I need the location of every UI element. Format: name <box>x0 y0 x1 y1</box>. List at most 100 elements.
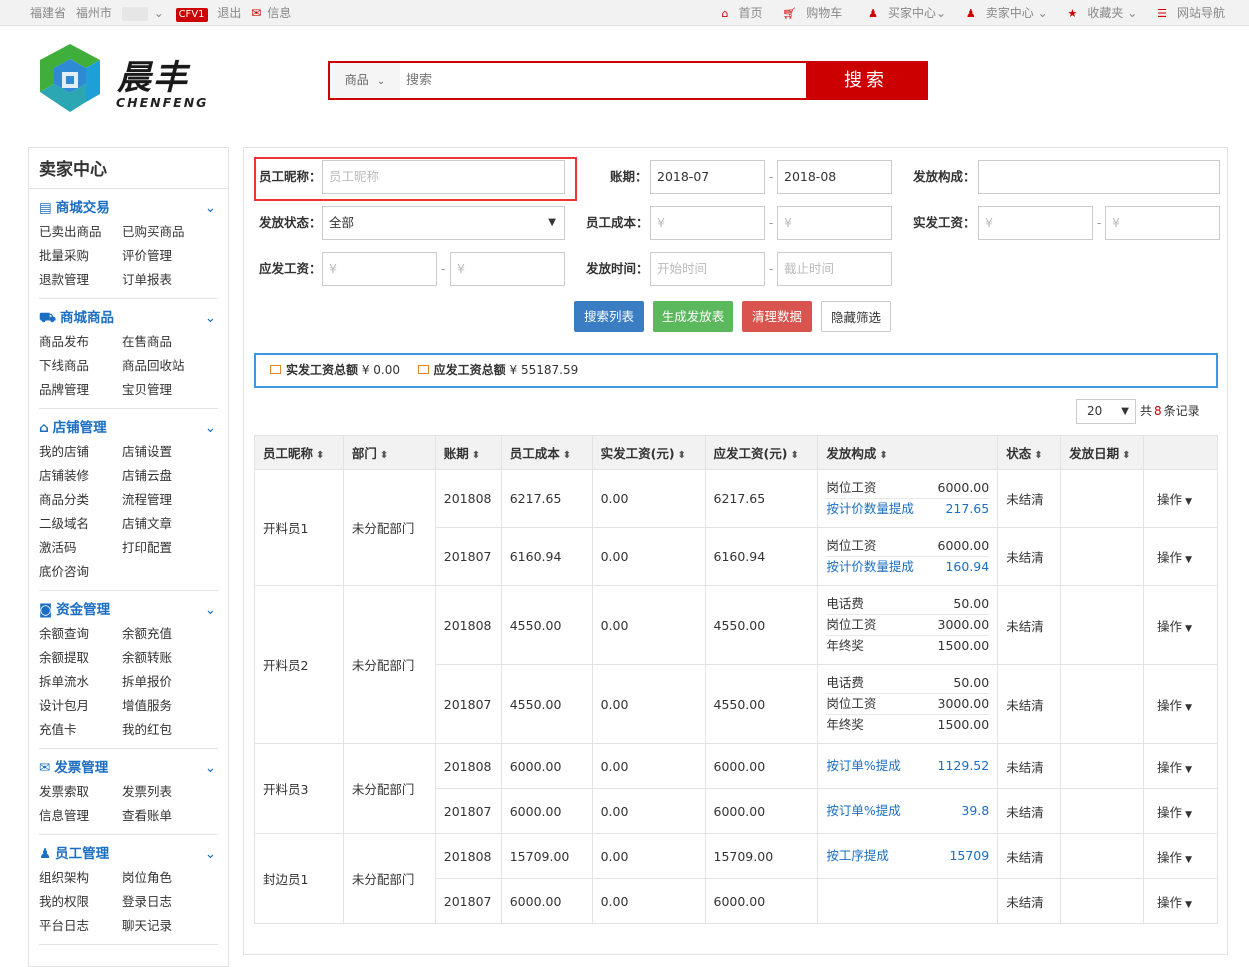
sidebar-link[interactable]: 评价管理 <box>122 244 205 268</box>
search-list-button[interactable]: 搜索列表 <box>574 301 644 332</box>
province-label[interactable]: 福建省 <box>30 6 66 20</box>
sidebar-link[interactable]: 流程管理 <box>122 488 205 512</box>
time-end-input[interactable]: 截止时间 <box>777 252 892 286</box>
sidebar-link[interactable]: 商品回收站 <box>122 354 205 378</box>
sidebar-section-title[interactable]: ◙ 资金管理 ⌄ <box>39 600 218 620</box>
sidebar-section-title[interactable]: ⛟ 商城商品 ⌄ <box>39 308 218 328</box>
clear-data-button[interactable]: 清理数据 <box>742 301 812 332</box>
sidebar-section-title[interactable]: ⌂ 店铺管理 ⌄ <box>39 418 218 438</box>
sidebar-link[interactable]: 已购买商品 <box>122 220 205 244</box>
sort-icon[interactable]: ⬍ <box>678 450 686 461</box>
sidebar-link[interactable]: 设计包月 <box>39 694 122 718</box>
composition-item[interactable]: 按订单%提成 39.8 <box>826 801 989 821</box>
sidebar-link[interactable]: 店铺设置 <box>122 440 205 464</box>
cost-min-input[interactable]: ¥ <box>650 206 765 240</box>
composition-item[interactable]: 按计价数量提成 217.65 <box>826 499 989 519</box>
chevron-down-icon[interactable]: ⌄ <box>205 600 216 620</box>
sidebar-link[interactable]: 我的红包 <box>122 718 205 742</box>
sidebar-link[interactable]: 退款管理 <box>39 268 122 292</box>
column-header[interactable]: 发放构成 ⬍ <box>817 435 999 470</box>
sidebar-link[interactable]: 已卖出商品 <box>39 220 122 244</box>
sidebar-link[interactable]: 增值服务 <box>122 694 205 718</box>
message-link[interactable]: 信息 <box>267 6 291 20</box>
sort-icon[interactable]: ⬍ <box>1122 450 1130 461</box>
column-header[interactable]: 实发工资(元) ⬍ <box>591 435 706 470</box>
sidebar-link[interactable]: 我的权限 <box>39 890 122 914</box>
sidebar-section-title[interactable]: ▤ 商城交易 ⌄ <box>39 198 218 218</box>
operation-dropdown[interactable]: 操作 ▼ <box>1143 743 1218 789</box>
operation-dropdown[interactable]: 操作 ▼ <box>1143 833 1218 879</box>
operation-dropdown[interactable]: 操作 ▼ <box>1143 664 1218 744</box>
sidebar-link[interactable]: 宝贝管理 <box>122 378 205 402</box>
operation-dropdown[interactable]: 操作 ▼ <box>1143 469 1218 528</box>
operation-dropdown[interactable]: 操作 ▼ <box>1143 585 1218 665</box>
column-header[interactable]: 员工昵称 ⬍ <box>254 435 344 470</box>
avatar[interactable] <box>121 6 148 21</box>
due-max-input[interactable]: ¥ <box>450 252 565 286</box>
sidebar-link[interactable]: 店铺云盘 <box>122 464 205 488</box>
sidebar-link[interactable]: 查看账单 <box>122 804 205 828</box>
logo[interactable]: 晨丰 CHENFENG <box>30 44 220 116</box>
sort-icon[interactable]: ⬍ <box>879 450 887 461</box>
sidebar-link[interactable]: 余额查询 <box>39 622 122 646</box>
sort-icon[interactable]: ⬍ <box>563 450 571 461</box>
period-to-input[interactable]: 2018-08 <box>777 160 892 194</box>
sidebar-link[interactable]: 店铺文章 <box>122 512 205 536</box>
favorites-menu[interactable]: ★ 收藏夹 ⌄ <box>1060 6 1138 20</box>
sort-icon[interactable]: ⬍ <box>472 450 480 461</box>
buyer-center-menu[interactable]: ♟ 买家中心⌄ <box>860 6 946 20</box>
sort-icon[interactable]: ⬍ <box>380 450 388 461</box>
time-start-input[interactable]: 开始时间 <box>650 252 765 286</box>
sort-icon[interactable]: ⬍ <box>316 450 324 461</box>
chevron-down-icon[interactable]: ⌄ <box>154 6 164 20</box>
chevron-down-icon[interactable]: ⌄ <box>205 758 216 778</box>
sidebar-link[interactable]: 余额转账 <box>122 646 205 670</box>
site-nav-link[interactable]: ☰ 网站导航 <box>1149 6 1225 20</box>
chevron-down-icon[interactable]: ⌄ <box>205 308 216 328</box>
due-min-input[interactable]: ¥ <box>322 252 437 286</box>
city-label[interactable]: 福州市 <box>76 6 112 20</box>
actual-min-input[interactable]: ¥ <box>978 206 1093 240</box>
sidebar-link[interactable]: 聊天记录 <box>122 914 205 938</box>
sidebar-section-title[interactable]: ♟ 员工管理 ⌄ <box>39 844 218 864</box>
sidebar-link[interactable]: 拆单流水 <box>39 670 122 694</box>
sidebar-section-title[interactable]: ✉ 发票管理 ⌄ <box>39 758 218 778</box>
sidebar-link[interactable]: 组织架构 <box>39 866 122 890</box>
operation-dropdown[interactable]: 操作 ▼ <box>1143 527 1218 586</box>
sidebar-link[interactable]: 我的店铺 <box>39 440 122 464</box>
column-header[interactable]: 账期 ⬍ <box>434 435 502 470</box>
column-header[interactable]: 员工成本 ⬍ <box>500 435 593 470</box>
hide-filter-button[interactable]: 隐藏筛选 <box>821 301 891 332</box>
composition-item[interactable]: 按工序提成 15709 <box>826 846 989 866</box>
sidebar-link[interactable]: 底价咨询 <box>39 560 122 584</box>
composition-input[interactable] <box>978 160 1220 194</box>
search-button[interactable]: 搜索 <box>806 63 926 98</box>
page-size-select[interactable]: 20 ▼ <box>1076 399 1136 424</box>
composition-item[interactable]: 按订单%提成 1129.52 <box>826 756 989 776</box>
sidebar-link[interactable]: 拆单报价 <box>122 670 205 694</box>
sidebar-link[interactable]: 下线商品 <box>39 354 122 378</box>
search-input[interactable] <box>400 63 806 98</box>
composition-item[interactable]: 按计价数量提成 160.94 <box>826 557 989 577</box>
sidebar-link[interactable]: 商品发布 <box>39 330 122 354</box>
generate-button[interactable]: 生成发放表 <box>653 301 733 332</box>
seller-center-menu[interactable]: ♟ 卖家中心 ⌄ <box>958 6 1048 20</box>
nickname-input[interactable]: 员工昵称 <box>322 160 565 194</box>
status-select[interactable]: 全部 ▼ <box>322 206 565 240</box>
sidebar-link[interactable]: 充值卡 <box>39 718 122 742</box>
period-from-input[interactable]: 2018-07 <box>650 160 765 194</box>
sidebar-link[interactable]: 商品分类 <box>39 488 122 512</box>
logout-link[interactable]: 退出 <box>217 6 241 20</box>
chevron-down-icon[interactable]: ⌄ <box>205 198 216 218</box>
sidebar-link[interactable]: 打印配置 <box>122 536 205 560</box>
actual-max-input[interactable]: ¥ <box>1105 206 1220 240</box>
cart-link[interactable]: 🛒︎ 购物车 <box>774 6 842 20</box>
sidebar-link[interactable]: 信息管理 <box>39 804 122 828</box>
sidebar-link[interactable]: 发票列表 <box>122 780 205 804</box>
sidebar-link[interactable]: 余额充值 <box>122 622 205 646</box>
sidebar-link[interactable]: 订单报表 <box>122 268 205 292</box>
sidebar-link[interactable]: 品牌管理 <box>39 378 122 402</box>
sidebar-link[interactable]: 发票索取 <box>39 780 122 804</box>
chevron-down-icon[interactable]: ⌄ <box>205 418 216 438</box>
column-header[interactable]: 应发工资(元) ⬍ <box>704 435 819 470</box>
